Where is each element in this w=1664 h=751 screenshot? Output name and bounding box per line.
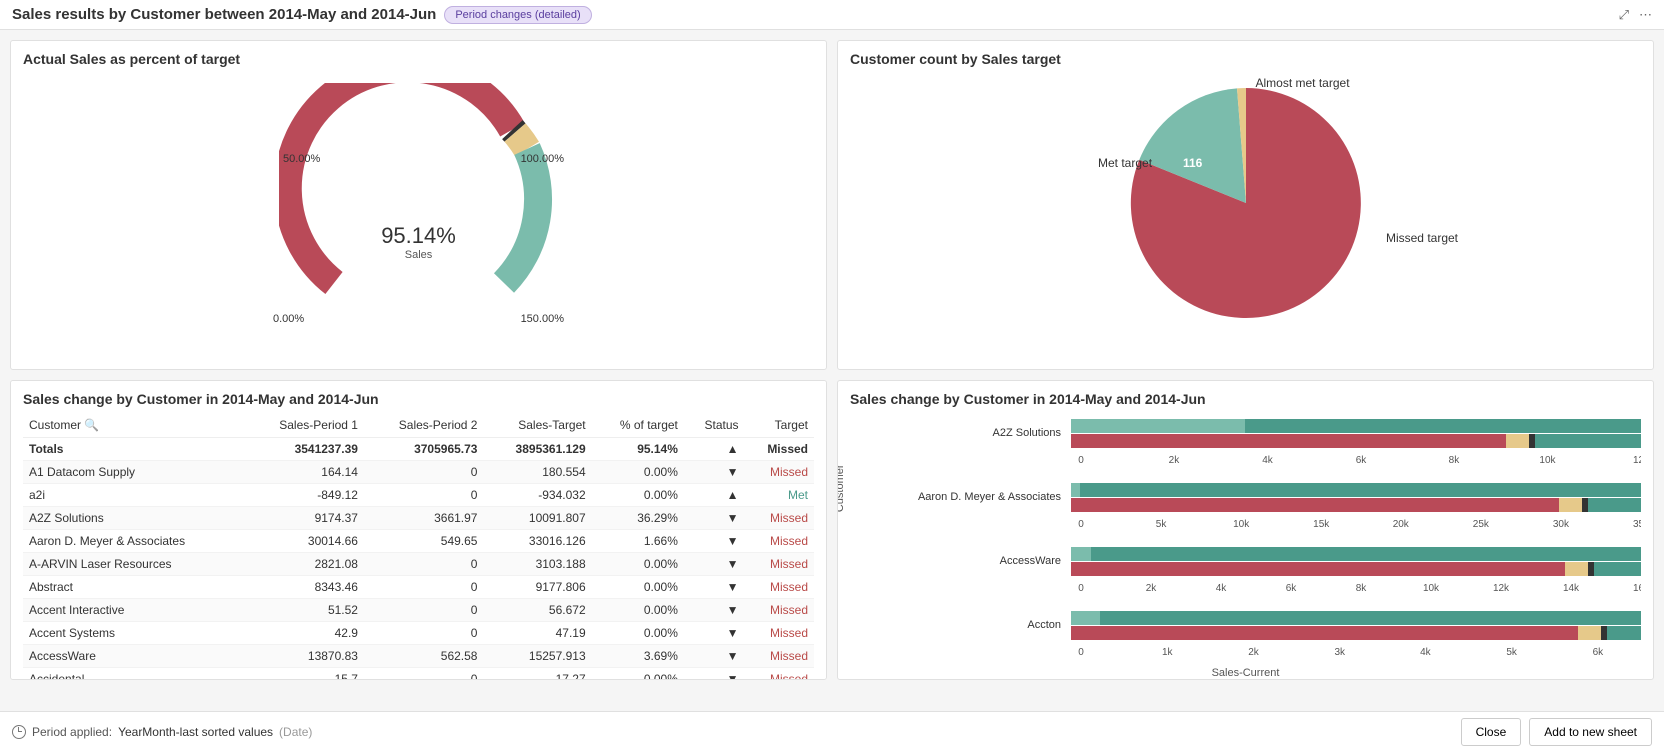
table-header: Customer 🔍 Sales-Period 1 Sales-Period 2… [23, 413, 814, 438]
card-bars: Sales change by Customer in 2014-May and… [837, 380, 1654, 680]
collapse-icon[interactable]: ⤢ [1619, 7, 1629, 23]
x-axis-label: Sales-Current [850, 667, 1641, 679]
bar-category: Aaron D. Meyer & Associates [856, 491, 1071, 503]
table-row[interactable]: Accidental15.7017.270.00%▼Missed [23, 668, 814, 681]
more-icon[interactable]: ⋯ [1639, 7, 1652, 23]
axis-ticks: 01k2k3k4k5k6k [1081, 647, 1641, 661]
table-row[interactable]: Aaron D. Meyer & Associates30014.66549.6… [23, 530, 814, 553]
bar-row: AccessWare [856, 541, 1641, 581]
table-row[interactable]: A2Z Solutions9174.373661.9710091.80736.2… [23, 507, 814, 530]
col-pct[interactable]: % of target [592, 413, 684, 438]
close-button[interactable]: Close [1461, 718, 1522, 746]
card-title: Actual Sales as percent of target [23, 51, 814, 67]
bar-category: Accton [856, 619, 1071, 631]
y-axis-label: Customer [837, 464, 846, 512]
gauge-tick-0: 0.00% [273, 313, 304, 325]
col-p1[interactable]: Sales-Period 1 [244, 413, 364, 438]
pie-val-met: 116 [1183, 156, 1202, 170]
gauge-tick-50: 50.00% [283, 153, 320, 165]
table-row-totals[interactable]: Totals3541237.393705965.733895361.12995.… [23, 438, 814, 461]
axis-ticks: 02k4k6k8k10k12k14k16k [1081, 583, 1641, 597]
footer-value: YearMonth-last sorted values [118, 725, 273, 739]
search-icon[interactable]: 🔍 [84, 418, 99, 432]
axis-ticks: 05k10k15k20k25k30k35k [1081, 519, 1641, 533]
col-targetlbl[interactable]: Target [745, 413, 814, 438]
bar-row: Accton [856, 605, 1641, 645]
table-row[interactable]: A-ARVIN Laser Resources2821.0803103.1880… [23, 553, 814, 576]
bar-category: A2Z Solutions [856, 427, 1071, 439]
clock-icon [12, 725, 26, 739]
pie-chart[interactable]: Almost met target Met target Missed targ… [850, 73, 1641, 333]
card-title: Customer count by Sales target [850, 51, 1641, 67]
period-badge[interactable]: Period changes (detailed) [444, 6, 591, 24]
col-status[interactable]: Status [684, 413, 745, 438]
col-p2[interactable]: Sales-Period 2 [364, 413, 484, 438]
pie-val-missed: 172 [1358, 231, 1378, 245]
card-title: Sales change by Customer in 2014-May and… [850, 391, 1641, 407]
gauge-sublabel: Sales [381, 249, 456, 261]
pie-label-missed: Missed target [1386, 231, 1458, 245]
bar-row: A2Z Solutions [856, 413, 1641, 453]
footer-sub: (Date) [279, 725, 312, 739]
gauge-tick-150: 150.00% [521, 313, 564, 325]
table-row[interactable]: Accent Systems42.9047.190.00%▼Missed [23, 622, 814, 645]
card-gauge: Actual Sales as percent of target 0.00% … [10, 40, 827, 370]
pie-label-met: Met target [1098, 156, 1152, 170]
gauge-tick-100: 100.00% [521, 153, 564, 165]
bar-chart[interactable]: A2Z Solutions 02k4k6k8k10k12k Aaron D. M… [856, 413, 1641, 663]
card-title: Sales change by Customer in 2014-May and… [23, 391, 814, 407]
footer-prefix: Period applied: [32, 725, 112, 739]
bar-row: Aaron D. Meyer & Associates [856, 477, 1641, 517]
col-target[interactable]: Sales-Target [483, 413, 591, 438]
pie-label-almost: Almost met target [1256, 76, 1350, 90]
card-pie: Customer count by Sales target Almost me… [837, 40, 1654, 370]
table-row[interactable]: Accent Interactive51.52056.6720.00%▼Miss… [23, 599, 814, 622]
gauge-chart[interactable]: 0.00% 50.00% 100.00% 150.00% 95.14% Sale… [23, 73, 814, 333]
axis-ticks: 02k4k6k8k10k12k [1081, 455, 1641, 469]
sales-table[interactable]: Customer 🔍 Sales-Period 1 Sales-Period 2… [23, 413, 814, 680]
add-sheet-button[interactable]: Add to new sheet [1529, 718, 1652, 746]
page-header: Sales results by Customer between 2014-M… [0, 0, 1664, 30]
table-row[interactable]: AccessWare13870.83562.5815257.9133.69%▼M… [23, 645, 814, 668]
card-table: Sales change by Customer in 2014-May and… [10, 380, 827, 680]
gauge-value: 95.14% [381, 223, 456, 249]
col-customer[interactable]: Customer [29, 418, 81, 432]
page-title: Sales results by Customer between 2014-M… [12, 6, 436, 23]
table-row[interactable]: Abstract8343.4609177.8060.00%▼Missed [23, 576, 814, 599]
bar-category: AccessWare [856, 555, 1071, 567]
table-row[interactable]: A1 Datacom Supply164.140180.5540.00%▼Mis… [23, 461, 814, 484]
footer-bar: Period applied: YearMonth-last sorted va… [0, 711, 1664, 751]
table-row[interactable]: a2i-849.120-934.0320.00%▲Met [23, 484, 814, 507]
